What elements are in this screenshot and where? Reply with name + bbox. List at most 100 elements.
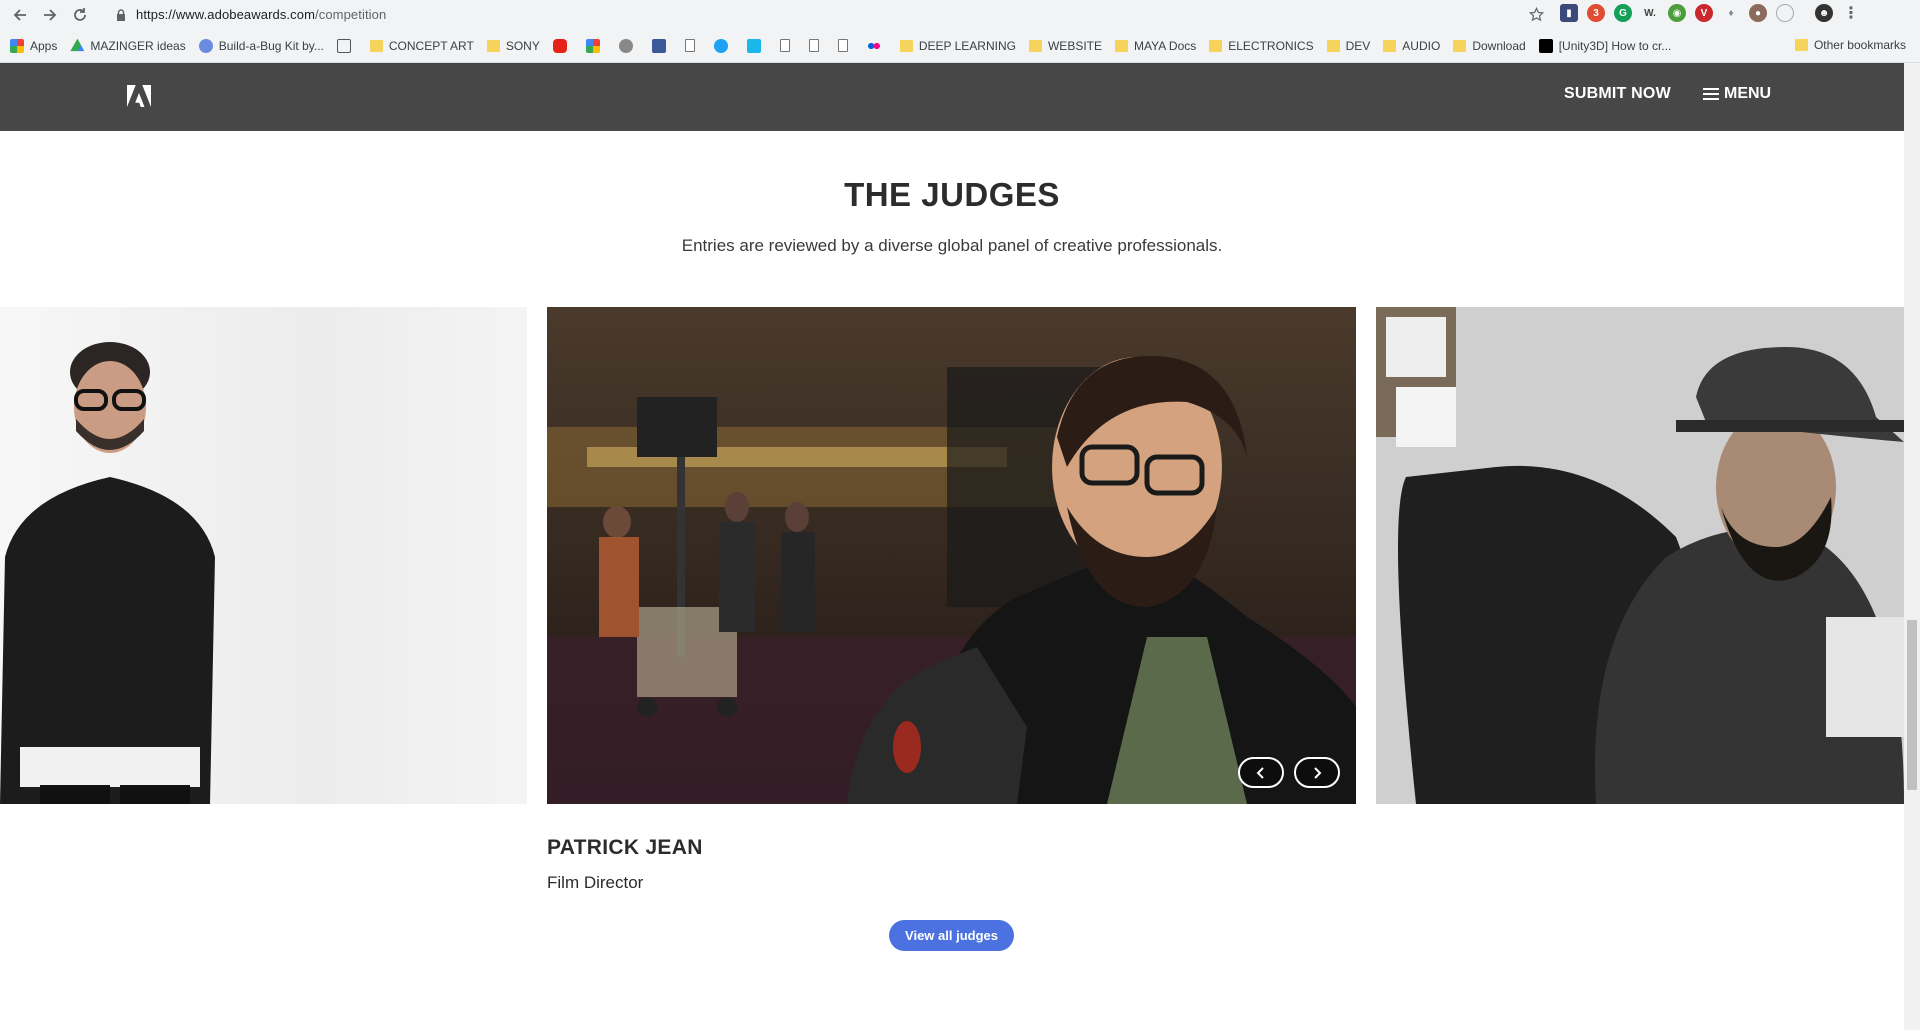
hamburger-icon	[1703, 88, 1719, 100]
facebook-icon	[651, 38, 666, 53]
bookmark-label: Build-a-Bug Kit by...	[218, 38, 324, 53]
forward-button[interactable]	[35, 0, 65, 29]
page-icon	[684, 39, 695, 52]
twitter-icon	[713, 38, 728, 53]
address-bar[interactable]: https://www.adobeawards.com/competition	[106, 3, 1554, 26]
bookmark-item[interactable]	[618, 38, 639, 53]
extension-mic-icon[interactable]: ♦	[1722, 4, 1740, 22]
bookmark-item[interactable]: DEV	[1326, 38, 1371, 53]
reload-button[interactable]	[65, 0, 95, 29]
site-ls-icon	[336, 38, 351, 53]
bookmark-label: AUDIO	[1402, 38, 1441, 53]
browser-toolbar: https://www.adobeawards.com/competition …	[0, 0, 1920, 29]
page-icon	[837, 39, 848, 52]
bookmark-item[interactable]: [Unity3D] How to cr...	[1538, 38, 1671, 53]
bookmark-item[interactable]	[808, 39, 825, 52]
folder-icon	[369, 39, 383, 52]
profile-avatar-icon[interactable]: ☻	[1815, 4, 1833, 22]
bookmark-item[interactable]	[779, 39, 796, 52]
more-vertical-icon[interactable]: ⋮	[1842, 4, 1860, 22]
folder-icon	[1453, 39, 1467, 52]
star-icon[interactable]	[1529, 7, 1544, 22]
bookmark-label: Apps	[30, 38, 58, 53]
site-header: SUBMIT NOW MENU	[0, 63, 1904, 131]
bookmark-item[interactable]: CONCEPT ART	[369, 38, 474, 53]
arrow-left-icon	[13, 8, 26, 21]
extension-coin-icon[interactable]: ●	[1749, 4, 1767, 22]
site-icon	[198, 38, 213, 53]
extension-globe-icon[interactable]: ◉	[1668, 4, 1686, 22]
vimeo-icon	[746, 38, 761, 53]
medium-icon	[1538, 38, 1553, 53]
other-bookmarks[interactable]: Other bookmarks	[1794, 38, 1906, 52]
extension-stats-icon[interactable]: ▮	[1560, 4, 1578, 22]
bookmark-item[interactable]: WEBSITE	[1028, 38, 1102, 53]
url-host: https://www.adobeawards.com	[136, 7, 316, 22]
carousel-prev-button[interactable]	[1238, 757, 1284, 788]
bookmark-item[interactable]	[837, 39, 854, 52]
youtube-icon	[552, 38, 567, 53]
bookmark-label: DEV	[1345, 38, 1371, 53]
carousel-next-button[interactable]	[1294, 757, 1340, 788]
folder-icon	[1794, 39, 1808, 51]
bookmark-item[interactable]	[684, 39, 701, 52]
bookmark-label: Download	[1472, 38, 1526, 53]
bookmark-item[interactable]	[585, 38, 606, 53]
extension-grammarly-icon[interactable]: G	[1614, 4, 1632, 22]
extension-circle-icon[interactable]	[1776, 4, 1794, 22]
lock-icon	[117, 8, 125, 21]
bookmark-item[interactable]: Build-a-Bug Kit by...	[198, 38, 324, 53]
bookmark-item[interactable]: MAYA Docs	[1115, 39, 1196, 53]
bookmark-item[interactable]: MAZINGER ideas	[70, 38, 186, 53]
extension-w-icon[interactable]: W.	[1641, 4, 1659, 22]
bookmarks-bar: Apps MAZINGER ideas Build-a-Bug Kit by... C…	[0, 29, 1920, 63]
folder-icon	[1326, 39, 1340, 52]
arrow-right-icon	[44, 8, 57, 21]
apple-icon	[618, 38, 633, 53]
flickr-icon	[866, 38, 881, 53]
chevron-right-icon	[1314, 766, 1322, 779]
view-all-judges-button[interactable]: View all judges	[889, 920, 1014, 951]
bookmark-item[interactable]: Download	[1453, 38, 1526, 53]
extension-badge-icon[interactable]: 3	[1587, 4, 1605, 22]
menu-button[interactable]: MENU	[1703, 85, 1771, 103]
extension-v-icon[interactable]: V	[1695, 4, 1713, 22]
submit-now-link[interactable]: SUBMIT NOW	[1564, 85, 1671, 103]
apps-icon	[10, 38, 24, 53]
bookmark-item[interactable]	[651, 38, 672, 53]
bookmark-item[interactable]	[552, 38, 573, 53]
bookmark-item[interactable]	[746, 38, 767, 53]
back-button[interactable]	[5, 0, 35, 29]
judge-portrait-image	[0, 342, 215, 804]
bookmark-item[interactable]: ELECTRONICS	[1209, 38, 1314, 53]
page-scrollbar-thumb[interactable]	[1907, 620, 1917, 790]
judge-photo-current[interactable]	[547, 307, 1356, 804]
chevron-left-icon	[1256, 766, 1264, 779]
bookmark-label: MAYA Docs	[1134, 38, 1197, 53]
page-icon	[808, 39, 819, 52]
section-title: THE JUDGES	[844, 176, 1060, 213]
bookmark-item[interactable]: Apps	[10, 38, 58, 53]
judge-photo-next[interactable]	[1376, 307, 1904, 804]
bookmark-item[interactable]: AUDIO	[1383, 39, 1440, 53]
bookmark-label: WEBSITE	[1047, 38, 1102, 53]
extensions-bar: ▮ 3 G W. ◉ V ♦ ● ☻ ⋮	[1560, 4, 1860, 22]
bookmark-item[interactable]	[336, 38, 357, 53]
judge-role: Film Director	[547, 873, 644, 892]
judge-photo-previous[interactable]	[0, 307, 527, 804]
bookmark-label: DEEP LEARNING	[918, 38, 1016, 53]
folder-icon	[1115, 39, 1128, 52]
folder-icon	[899, 39, 913, 52]
bookmark-label: ELECTRONICS	[1228, 38, 1314, 53]
page-scrollbar-track[interactable]	[1904, 63, 1920, 1030]
bookmark-label: CONCEPT ART	[388, 38, 474, 53]
bookmark-item[interactable]: SONY	[486, 39, 540, 53]
bookmark-item[interactable]: DEEP LEARNING	[899, 38, 1016, 53]
adobe-logo-icon[interactable]	[127, 85, 151, 107]
bookmark-item[interactable]	[713, 38, 734, 53]
url-path: /competition	[315, 7, 387, 22]
bookmark-item[interactable]	[866, 38, 887, 53]
folder-icon	[1383, 39, 1397, 52]
other-bookmarks-label: Other bookmarks	[1813, 38, 1906, 52]
page-icon	[779, 39, 790, 52]
